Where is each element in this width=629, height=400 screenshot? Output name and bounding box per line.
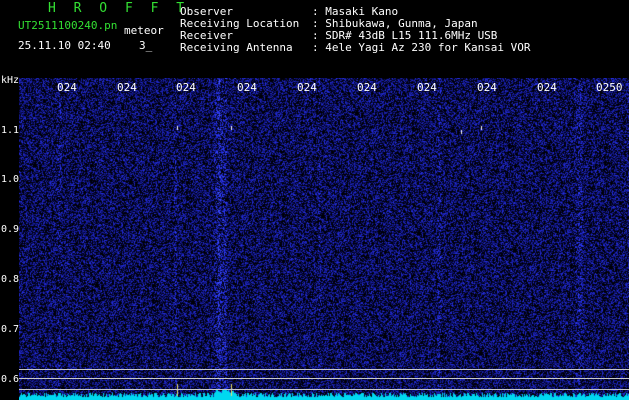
reference-line: [19, 369, 629, 370]
filename: UT2511100240.pn: [18, 19, 118, 32]
y-tick-label: 0.8: [0, 274, 19, 285]
reference-line: [19, 389, 629, 390]
x-tick-label: 024: [176, 81, 196, 94]
x-tick-label: 024: [477, 81, 497, 94]
antenna-label: Receiving Antenna: [180, 41, 293, 54]
y-unit-label: kHz: [0, 75, 19, 86]
x-tick-label: 0250: [596, 81, 623, 94]
x-tick-label: 024: [57, 81, 77, 94]
count: 3_: [139, 39, 153, 52]
x-tick-label: 024: [357, 81, 377, 94]
x-tick-label: 024: [297, 81, 317, 94]
y-tick-label: 0.7: [0, 324, 19, 335]
x-tick-label: 024: [417, 81, 437, 94]
x-tick-label: 024: [237, 81, 257, 94]
brand-title: H R O F F T: [48, 1, 190, 16]
mode-label: meteor: [124, 24, 164, 37]
x-tick-label: 024: [537, 81, 557, 94]
reference-line: [19, 378, 629, 379]
header-panel: H R O F F T UT2511100240.pn meteor 25.11…: [0, 0, 629, 78]
spectrogram-canvas: [19, 78, 629, 400]
y-tick-label: 0.6: [0, 374, 19, 385]
x-tick-label: 024: [117, 81, 137, 94]
y-tick-label: 0.9: [0, 224, 19, 235]
y-tick-label: 1.1: [0, 125, 19, 136]
spectrogram-plot: [19, 78, 629, 400]
datetime: 25.11.10 02:40: [18, 39, 111, 52]
y-tick-label: 1.0: [0, 174, 19, 185]
antenna-value: : 4ele Yagi Az 230 for Kansai VOR: [312, 41, 531, 54]
